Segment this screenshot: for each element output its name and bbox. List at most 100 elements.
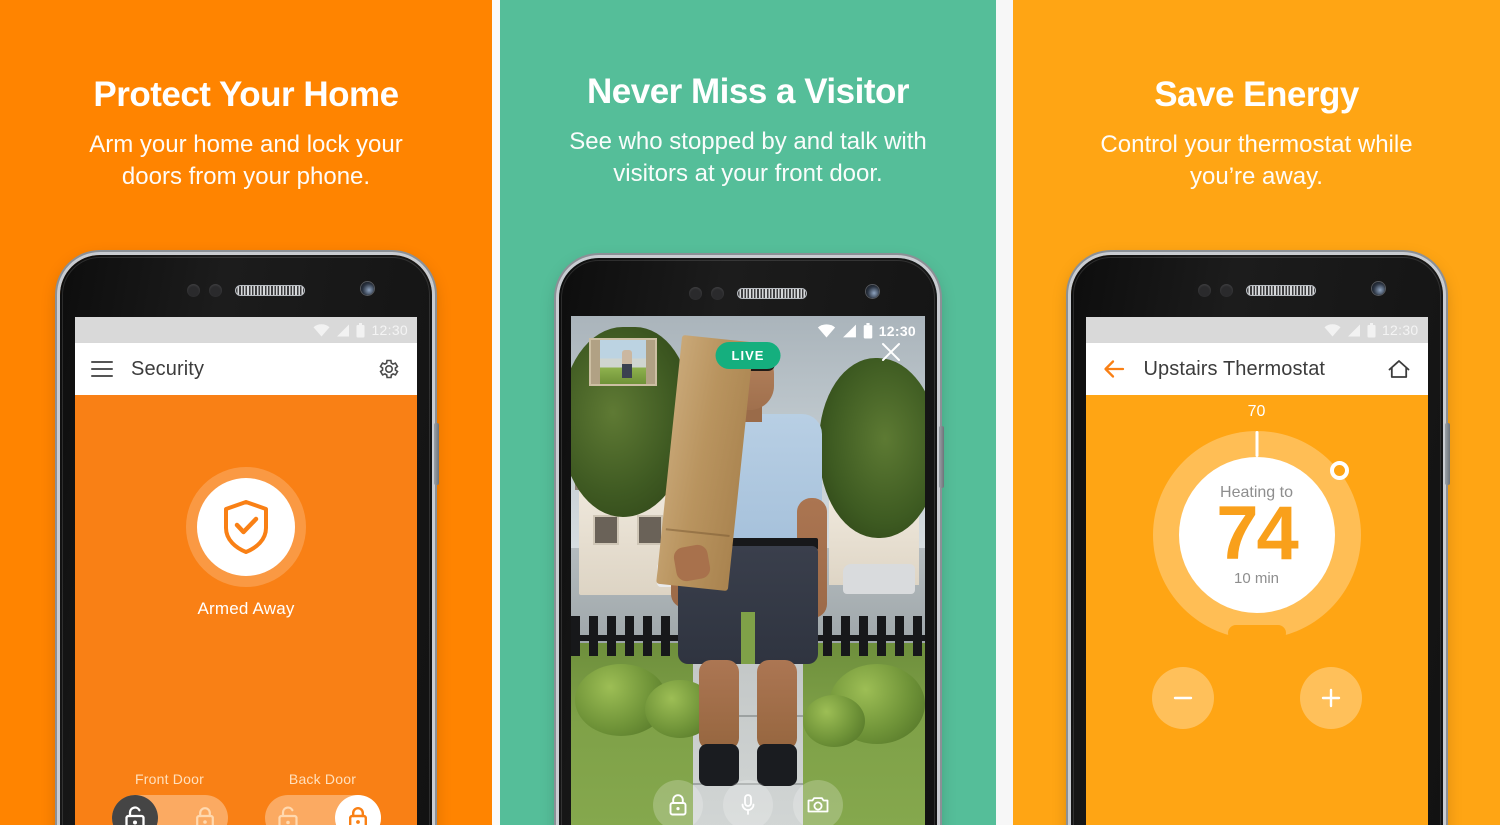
- wifi-icon: [313, 323, 330, 336]
- lock-icon: [669, 794, 687, 816]
- panel-3-subline: Control your thermostat while you’re awa…: [1100, 131, 1413, 190]
- power-button[interactable]: [939, 426, 944, 488]
- window: [637, 514, 663, 545]
- increase-temperature-button[interactable]: [1299, 667, 1362, 729]
- dial-time-remaining: 10 min: [1233, 569, 1280, 587]
- thermostat-body: 70 Heating to 74 10 min: [1085, 395, 1428, 825]
- light-sensor-icon: [711, 286, 724, 300]
- earpiece-speaker: [1245, 284, 1316, 296]
- close-icon[interactable]: [879, 340, 903, 364]
- three-panel-app-store-screenshots: Protect Your Home Arm your home and lock…: [0, 0, 1500, 825]
- phone-device-doorbell: 12:30 LIVE: [559, 258, 944, 825]
- status-bar: 12:30: [75, 317, 417, 343]
- visitor-leg-left: [699, 659, 739, 750]
- shield-check-icon: [224, 500, 268, 554]
- battery-icon: [356, 322, 365, 337]
- earpiece-speaker: [235, 284, 305, 296]
- visitor-delivery-person: [656, 334, 827, 825]
- tree-right: [819, 358, 925, 539]
- thumbnail-person: [621, 349, 632, 378]
- panel-protect-your-home: Protect Your Home Arm your home and lock…: [0, 0, 492, 825]
- toolbar-button-locks[interactable]: LOCKS: [653, 780, 703, 825]
- window: [593, 514, 619, 545]
- security-body: Armed Away Front Door Back Door: [75, 395, 417, 825]
- live-video-feed: 12:30 LIVE: [571, 316, 925, 825]
- earpiece-speaker: [737, 287, 807, 299]
- toolbar-button-photo[interactable]: PHOTO: [793, 780, 843, 825]
- panel-1-headline: Protect Your Home: [93, 75, 399, 114]
- lock-toggle-knob[interactable]: [334, 795, 381, 825]
- panel-never-miss-a-visitor: Never Miss a Visitor See who stopped by …: [500, 0, 996, 825]
- lock-label: Front Door: [135, 771, 204, 787]
- dial-track-gap: [1227, 625, 1286, 641]
- lock-icon: [348, 807, 367, 825]
- power-button[interactable]: [1444, 423, 1450, 485]
- lock-control-front-door: Front Door: [111, 771, 228, 825]
- doorbell-camera-screen: 12:30 LIVE: [571, 316, 925, 825]
- hamburger-menu-icon[interactable]: [91, 361, 113, 377]
- panel-1-subline: Arm your home and lock your doors from y…: [89, 131, 403, 190]
- wifi-icon: [1324, 323, 1341, 336]
- current-temp-tick: [1255, 431, 1258, 457]
- signal-icon: [842, 324, 856, 338]
- lock-icon: [195, 807, 214, 825]
- light-sensor-icon: [1219, 283, 1233, 297]
- phone-device-thermostat: 12:30 Upstairs Thermostat 70 Heating to …: [1070, 255, 1450, 825]
- thermostat-dial[interactable]: 70 Heating to 74 10 min: [1152, 403, 1361, 641]
- temperature-stepper: [1086, 667, 1428, 729]
- home-icon[interactable]: [1386, 357, 1412, 381]
- locks-button-circle[interactable]: [653, 780, 703, 825]
- app-bar-title: Security: [131, 357, 205, 380]
- lock-toggle-locked-ghost: [182, 795, 228, 825]
- live-badge: LIVE: [715, 342, 781, 369]
- parked-van: [843, 563, 915, 594]
- lock-toggle-knob[interactable]: [111, 795, 158, 825]
- panel-2-headline: Never Miss a Visitor: [586, 72, 910, 111]
- status-bar-time: 12:30: [878, 323, 916, 339]
- battery-icon: [863, 323, 872, 339]
- signal-icon: [337, 324, 350, 336]
- front-camera-icon: [361, 282, 374, 295]
- arrow-left-icon[interactable]: [1102, 358, 1126, 380]
- thumbnail-frame-left: [591, 340, 600, 384]
- panel-save-energy: Save Energy Control your thermostat whil…: [1013, 0, 1500, 825]
- lock-controls: Front Door Back Door: [75, 771, 417, 825]
- app-bar-title: Upstairs Thermostat: [1143, 357, 1326, 380]
- thermostat-app-screen: 12:30 Upstairs Thermostat 70 Heating to …: [1085, 317, 1428, 825]
- arm-state-inner: [197, 478, 295, 576]
- battery-icon: [1367, 322, 1376, 337]
- doorway-thumbnail[interactable]: [589, 338, 657, 386]
- proximity-sensor-icon: [689, 286, 702, 300]
- proximity-sensor-icon: [1197, 283, 1211, 297]
- talk-button-circle[interactable]: [723, 780, 773, 825]
- visitor-hand: [672, 542, 712, 583]
- lock-label: Back Door: [288, 771, 357, 787]
- phone-top-sensors: [559, 284, 937, 302]
- arm-state-button[interactable]: [186, 467, 306, 587]
- dial-handle[interactable]: [1329, 461, 1349, 480]
- front-camera-icon: [1371, 282, 1385, 295]
- dial-face: Heating to 74 10 min: [1178, 457, 1335, 613]
- status-bar-time: 12:30: [1381, 322, 1419, 338]
- security-app-screen: 12:30 Security Armed Away Front Door Bac…: [75, 317, 417, 825]
- signal-icon: [1347, 324, 1360, 336]
- front-camera-icon: [866, 285, 879, 298]
- lock-toggle-back-door[interactable]: [264, 795, 381, 825]
- thumbnail-frame-right: [646, 340, 655, 384]
- status-bar: 12:30: [1085, 317, 1428, 343]
- phone-top-sensors: [60, 281, 432, 299]
- lock-toggle-front-door[interactable]: [111, 795, 228, 825]
- decrease-temperature-button[interactable]: [1151, 667, 1214, 729]
- app-bar: Security: [75, 343, 417, 395]
- power-button[interactable]: [434, 423, 439, 485]
- phone-device-security: 12:30 Security Armed Away Front Door Bac…: [60, 255, 439, 825]
- photo-button-circle[interactable]: [793, 780, 843, 825]
- toolbar-button-talk[interactable]: TALK: [723, 780, 773, 825]
- wifi-icon: [817, 324, 835, 338]
- unlock-icon: [124, 806, 145, 825]
- minus-icon: [1173, 696, 1192, 700]
- gear-icon[interactable]: [377, 357, 401, 381]
- lock-toggle-unlocked-ghost: [265, 795, 311, 825]
- proximity-sensor-icon: [187, 283, 200, 297]
- dial-target-temperature: 74: [1216, 490, 1299, 576]
